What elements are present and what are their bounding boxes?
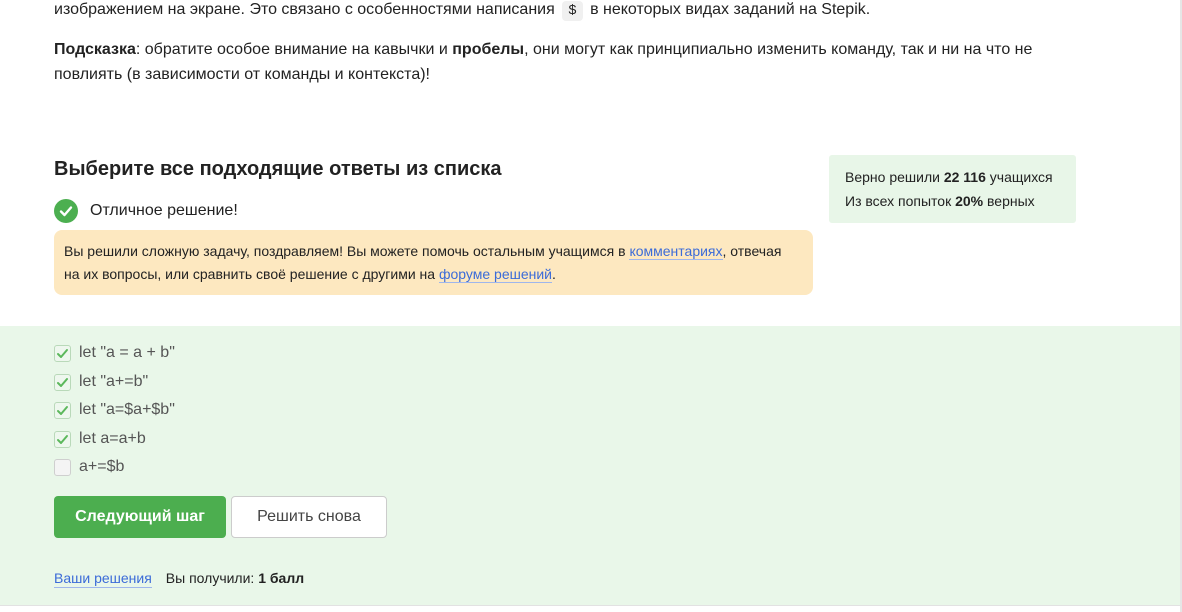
option-2[interactable]: let "a+=b"	[54, 372, 148, 392]
stats-panel: Верно решили 22 116 учащихся Из всех поп…	[829, 155, 1076, 223]
checkmark-icon	[57, 348, 68, 358]
hint-text: : обратите особое внимание на кавычки и	[135, 41, 448, 58]
option-label: a+=$b	[79, 458, 125, 475]
intro-line-1: изображением на экране. Это связано с ос…	[54, 0, 870, 22]
submission-footer: Ваши решения Вы получили: 1 балл	[54, 569, 304, 588]
hint-line-1: Подсказка: обратите особое внимание на к…	[54, 38, 1032, 62]
intro-text: в некоторых видах заданий на Stepik.	[590, 1, 871, 18]
option-label: let a=a+b	[79, 430, 146, 447]
hint-label: Подсказка	[54, 41, 136, 58]
option-label: let "a+=b"	[79, 373, 149, 390]
solution-status: Отличное решение!	[54, 198, 238, 224]
score-label: Вы получили:	[165, 570, 255, 586]
stats-attempts-percent: 20%	[955, 193, 984, 209]
hint-text: , они могут как принципиально изменить к…	[524, 41, 1033, 58]
checkmark-icon	[57, 434, 68, 444]
congrats-notice: Вы решили сложную задачу, поздравляем! В…	[54, 230, 813, 295]
forum-link[interactable]: форуме решений	[438, 266, 552, 283]
next-step-button[interactable]: Следующий шаг	[54, 496, 226, 538]
stats-solved: Верно решили 22 116 учащихся	[845, 165, 1060, 189]
check-circle-icon	[54, 199, 78, 223]
congrats-text: Вы решили сложную задачу, поздравляем! В…	[64, 243, 626, 259]
bottom-divider	[0, 605, 1182, 606]
stats-label: учащихся	[989, 169, 1053, 185]
stats-label: Верно решили	[845, 169, 940, 185]
score-value: 1 балл	[258, 570, 305, 586]
congrats-text: .	[552, 266, 556, 282]
checkmark-icon	[57, 405, 68, 415]
congrats-text: на их вопросы, или сравнить своё решение…	[64, 266, 436, 282]
option-checkbox[interactable]	[54, 344, 71, 362]
option-checkbox[interactable]	[54, 373, 71, 391]
stats-attempts: Из всех попыток 20% верных	[845, 189, 1060, 213]
option-1[interactable]: let "a = a + b"	[54, 343, 175, 363]
comments-link[interactable]: комментариях	[629, 243, 723, 260]
option-label: let "a = a + b"	[79, 344, 175, 361]
status-text: Отличное решение!	[90, 202, 238, 219]
checkmark-icon	[57, 377, 68, 387]
stats-label: Из всех попыток	[845, 193, 952, 209]
congrats-text: , отвечая	[722, 243, 782, 259]
option-4[interactable]: let a=a+b	[54, 429, 146, 449]
option-checkbox[interactable]	[54, 430, 71, 448]
option-3[interactable]: let "a=$a+$b"	[54, 400, 175, 420]
option-label: let "a=$a+$b"	[79, 401, 175, 418]
option-checkbox[interactable]	[54, 401, 71, 419]
stats-label: верных	[987, 193, 1035, 209]
solve-again-button[interactable]: Решить снова	[231, 496, 387, 538]
answers-area	[0, 326, 1182, 605]
your-solutions-link[interactable]: Ваши решения	[54, 569, 152, 588]
hint-bold: пробелы	[452, 41, 525, 58]
stats-solved-count: 22 116	[943, 169, 986, 185]
option-checkbox[interactable]	[54, 458, 71, 476]
dollar-code-chip: $	[562, 1, 583, 21]
intro-text: изображением на экране. Это связано с ос…	[54, 1, 555, 18]
hint-line-2: повлиять (в зависимости от команды и кон…	[54, 66, 430, 83]
option-5[interactable]: a+=$b	[54, 457, 124, 477]
quiz-title: Выберите все подходящие ответы из списка	[54, 158, 502, 180]
score-info: Вы получили: 1 балл	[166, 569, 304, 588]
